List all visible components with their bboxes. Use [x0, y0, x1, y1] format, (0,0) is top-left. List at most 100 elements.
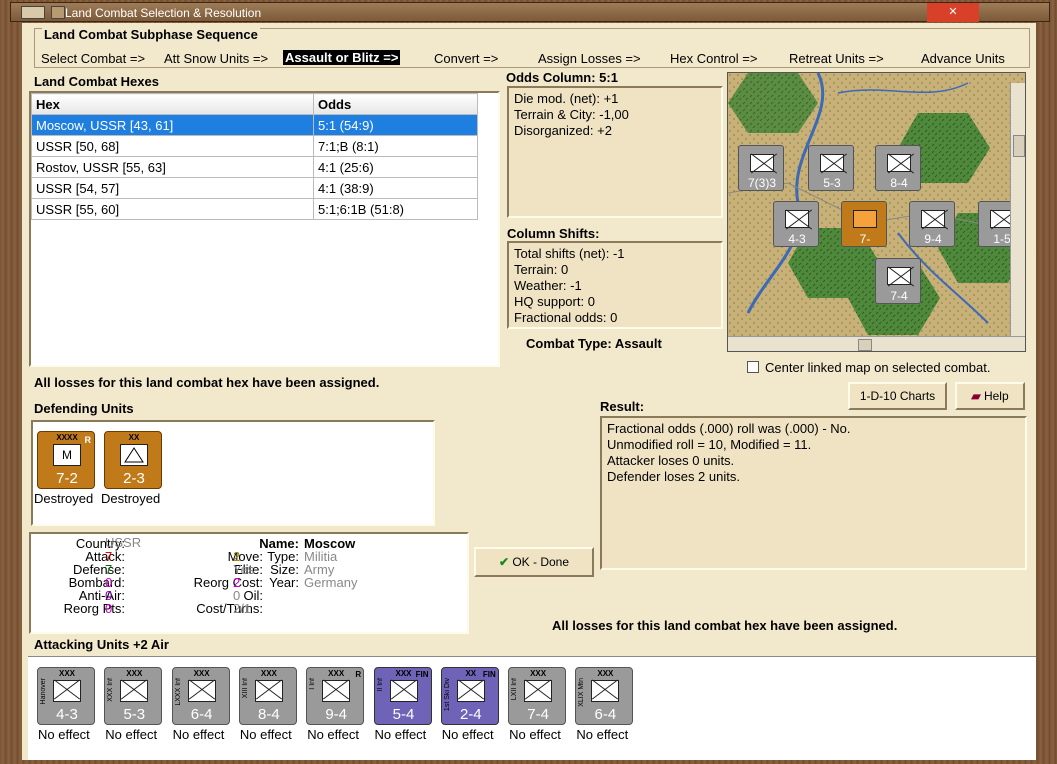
hex-row[interactable]: USSR [54, 57] 4:1 (38:9) [31, 177, 478, 199]
defender-status: Destroyed [34, 491, 94, 506]
attacker-counter[interactable]: XXX Hanover 4-3 [37, 667, 95, 725]
map-hscrollbar[interactable] [728, 336, 1025, 351]
hex-cell: Rostov, USSR [55, 63] [31, 156, 314, 178]
odds-line: Die mod. (net): +1 [514, 91, 619, 106]
losses-message-top: All losses for this land combat hex have… [34, 375, 380, 390]
infantry-icon [887, 267, 911, 285]
militia-icon: M [53, 444, 81, 466]
hex-cell: USSR [55, 60] [31, 198, 314, 220]
window-menu-button[interactable] [21, 6, 45, 19]
hex-row[interactable]: Moscow, USSR [43, 61] 5:1 (54:9) [31, 114, 478, 136]
close-button[interactable]: ✕ [927, 3, 979, 22]
result-line: Defender loses 2 units. [607, 469, 740, 484]
attacker-status: No effect [307, 727, 359, 742]
attacker-status: No effect [576, 727, 629, 742]
check-icon: ✔ [498, 555, 513, 569]
window-title: Land Combat Selection & Resolution [65, 6, 262, 20]
title-bar[interactable]: Land Combat Selection & Resolution ✕ [10, 2, 1050, 22]
infantry-icon [456, 680, 485, 702]
hex-row[interactable]: Rostov, USSR [55, 63] 4:1 (25:6) [31, 156, 478, 178]
attacker-status: No effect [172, 727, 225, 742]
col-odds[interactable]: Odds [313, 93, 478, 115]
odds-line: Disorganized: +2 [514, 123, 612, 138]
infantry-icon [53, 680, 81, 702]
attacker-status: No effect [441, 727, 494, 742]
shift-line: Fractional odds: 0 [514, 310, 618, 325]
info-costturns: 2/1 [233, 601, 252, 616]
help-book-icon: ▰ [971, 389, 984, 403]
infantry-icon [524, 680, 553, 702]
attacker-counter[interactable]: XXX XXX Inf 5-3 [104, 667, 163, 725]
attacker-counter[interactable]: XXX R I Inf 9-4 [306, 667, 365, 725]
result-line: Unmodified roll = 10, Modified = 11. [607, 437, 812, 452]
attacker-status: No effect [38, 727, 90, 742]
attacker-counter[interactable]: XX FIN 1st Ski Div 2-4 [440, 667, 499, 725]
step-att-snow: Att Snow Units => [164, 51, 269, 66]
info-country: USSR [105, 535, 142, 550]
info-year: Germany [304, 575, 358, 590]
defender-status: Destroyed [101, 491, 161, 506]
map-counter[interactable]: 7-4 [875, 258, 921, 304]
combat-type: Combat Type: Assault [526, 336, 662, 351]
map-counter[interactable]: 9-4 [909, 201, 955, 247]
map-counter-target[interactable]: 7- [841, 201, 887, 247]
attacker-counter[interactable]: XXX XLIX Mtn 6-4 [575, 667, 634, 725]
attacker-counter[interactable]: XXX XIII Inf 8-4 [238, 667, 297, 725]
mountain-icon [120, 444, 148, 466]
step-convert: Convert => [434, 51, 499, 66]
odds-title: Odds Column: 5:1 [506, 70, 618, 85]
attacker-counter[interactable]: XXX LXII Inf 7-4 [508, 667, 567, 725]
attacker-status: No effect [239, 727, 292, 742]
map-counter[interactable]: 7(3)3 [738, 145, 784, 191]
shift-line: Weather: -1 [514, 278, 582, 293]
infantry-icon [120, 680, 149, 702]
map-counter[interactable]: 5-3 [808, 145, 854, 191]
attacker-counter[interactable]: XXX LXXX Inf 6-4 [171, 667, 230, 725]
step-select-combat: Select Combat => [41, 51, 146, 66]
attacker-counter[interactable]: XXX FIN II Inf 5-4 [373, 667, 432, 725]
infantry-icon [591, 680, 620, 702]
step-retreat: Retreat Units => [789, 51, 884, 66]
hex-cell: Moscow, USSR [43, 61] [31, 114, 314, 136]
hex-row[interactable]: USSR [50, 68] 7:1;B (8:1) [31, 135, 478, 157]
center-map-label: Center linked map on selected combat. [765, 360, 991, 375]
infantry-icon [322, 680, 351, 702]
unit-info-box: Country: USSR Attack: 7 Defense: 7 Bombard:… [29, 532, 469, 634]
losses-message-bottom: All losses for this land combat hex have… [552, 618, 898, 633]
map-hscroll-thumb[interactable] [858, 339, 872, 351]
minimize-button[interactable] [51, 6, 65, 19]
map-vscrollbar[interactable] [1010, 83, 1025, 337]
map-vscroll-thumb[interactable] [1013, 135, 1025, 157]
infantry-icon [887, 154, 911, 172]
result-box: Fractional odds (.000) roll was (.000) -… [600, 416, 1027, 570]
result-title: Result: [600, 399, 645, 414]
step-assault-blitz: Assault or Blitz => [283, 50, 401, 65]
infantry-icon [254, 680, 283, 702]
explosion-icon [853, 210, 877, 228]
attacker-status: No effect [374, 727, 427, 742]
odds-line: Terrain & City: -1,00 [514, 107, 629, 122]
defender-counter-moscow[interactable]: XXXX R M 7-2 [37, 431, 95, 489]
col-hex[interactable]: Hex [31, 93, 314, 115]
hexes-list: Hex Odds Moscow, USSR [43, 61] 5:1 (54:9)… [29, 91, 500, 367]
attacking-title: Attacking Units +2 Air [34, 637, 169, 652]
help-button[interactable]: ▰ Help [955, 382, 1025, 410]
sequence-title: Land Combat Subphase Sequence [42, 27, 260, 42]
hex-cell: USSR [50, 68] [31, 135, 314, 157]
step-assign-losses: Assign Losses => [538, 51, 641, 66]
shifts-title: Column Shifts: [507, 226, 600, 241]
infantry-icon [921, 210, 945, 228]
hex-row[interactable]: USSR [55, 60] 5:1;6:1B (51:8) [31, 198, 478, 220]
charts-button[interactable]: 1-D-10 Charts [848, 382, 947, 410]
linked-map[interactable]: 7(3)3 5-3 8-4 4-3 7- 9-4 1-5 7-4 [727, 72, 1026, 352]
map-counter[interactable]: 4-3 [773, 201, 819, 247]
attacker-status: No effect [105, 727, 158, 742]
center-map-checkbox[interactable] [747, 361, 759, 373]
shift-line: Terrain: 0 [514, 262, 569, 277]
result-line: Fractional odds (.000) roll was (.000) -… [607, 421, 851, 436]
defender-counter-mountain[interactable]: XX 2-3 [104, 431, 162, 489]
map-counter[interactable]: 8-4 [875, 145, 921, 191]
infantry-icon [820, 154, 844, 172]
ok-done-button[interactable]: ✔ OK - Done [474, 547, 594, 577]
hexes-title: Land Combat Hexes [34, 74, 159, 89]
